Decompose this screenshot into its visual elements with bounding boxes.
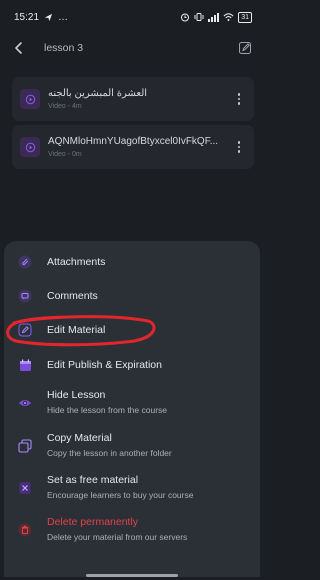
video-thumbnail <box>20 89 40 109</box>
menu-item-label: Hide Lesson <box>47 389 106 401</box>
top-bar: lesson 3 <box>0 34 264 62</box>
menu-item-copy-material[interactable]: Copy Material Copy the lesson in another… <box>4 427 260 469</box>
status-more: … <box>58 11 69 23</box>
trash-icon <box>18 523 32 537</box>
menu-item-comments[interactable]: Comments <box>4 279 260 313</box>
menu-item-label: Copy Material <box>47 432 112 444</box>
menu-item-label: Comments <box>47 290 98 302</box>
material-title: AQNMloHmnYUagofBtyxcel0IvFkQF... <box>48 136 219 147</box>
signal-icon <box>208 13 220 22</box>
page-title: lesson 3 <box>44 42 84 54</box>
options-bottom-sheet: Attachments Comments Edit Material Edit … <box>4 241 260 577</box>
copy-icon <box>18 439 32 453</box>
menu-item-delete[interactable]: Delete permanently Delete your material … <box>4 511 260 553</box>
menu-item-edit-publish[interactable]: Edit Publish & Expiration <box>4 347 260 381</box>
menu-item-label: Set as free material <box>47 474 139 486</box>
more-options-icon[interactable] <box>232 141 246 153</box>
material-card[interactable]: AQNMloHmnYUagofBtyxcel0IvFkQF... Video -… <box>12 125 254 169</box>
material-card[interactable]: العشرة المبشرين بالجنه Video - 4m <box>12 77 254 121</box>
menu-item-edit-material[interactable]: Edit Material <box>4 313 260 347</box>
menu-item-description: Encourage learners to buy your course <box>47 490 194 500</box>
more-options-icon[interactable] <box>232 93 246 105</box>
vibrate-icon <box>194 13 204 21</box>
menu-item-label: Edit Material <box>47 324 106 336</box>
status-bar: 15:21 … 31 <box>0 0 264 34</box>
calendar-icon <box>18 358 32 372</box>
paperclip-icon <box>18 255 32 269</box>
video-thumbnail <box>20 137 40 157</box>
menu-item-label: Attachments <box>47 256 106 268</box>
alarm-icon <box>181 13 190 22</box>
menu-item-hide-lesson[interactable]: Hide Lesson Hide the lesson from the cou… <box>4 384 260 426</box>
home-indicator <box>86 574 178 577</box>
menu-item-attachments[interactable]: Attachments <box>4 245 260 279</box>
navigation-arrow-icon <box>44 13 53 21</box>
menu-item-set-free[interactable]: Set as free material Encourage learners … <box>4 469 260 511</box>
menu-item-description: Copy the lesson in another folder <box>47 448 172 458</box>
material-title: العشرة المبشرين بالجنه <box>48 88 148 99</box>
edit-icon[interactable] <box>238 41 252 55</box>
battery-indicator: 31 <box>238 11 252 23</box>
menu-item-description: Hide the lesson from the course <box>47 405 168 415</box>
menu-item-label: Edit Publish & Expiration <box>47 359 162 371</box>
material-subtitle: Video - 4m <box>48 103 82 110</box>
play-icon <box>25 142 35 152</box>
comment-icon <box>18 289 32 303</box>
back-arrow-icon[interactable] <box>12 41 26 55</box>
menu-item-description: Delete your material from our servers <box>47 532 188 542</box>
clock: 15:21 <box>14 11 40 23</box>
play-icon <box>25 94 35 104</box>
menu-item-label: Delete permanently <box>47 516 139 528</box>
wifi-icon <box>223 13 234 22</box>
price-tag-icon <box>18 481 32 495</box>
pencil-edit-icon <box>18 323 32 337</box>
eye-icon <box>18 396 32 410</box>
material-subtitle: Video - 0m <box>48 151 82 158</box>
